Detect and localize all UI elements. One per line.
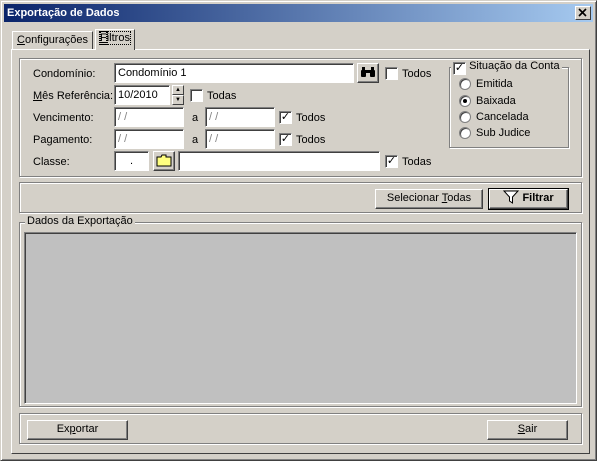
export-data-group: [19, 222, 582, 407]
mes-referencia-todas-label: Todas: [207, 90, 237, 102]
radio-sub-judice[interactable]: [459, 127, 471, 139]
situacao-title: Situação da Conta: [469, 60, 560, 72]
window-title: Exportação de Dados: [7, 7, 120, 19]
binoculars-icon: [361, 67, 375, 77]
folder-icon: [156, 154, 172, 167]
mes-referencia-todas-checkbox[interactable]: [190, 89, 203, 102]
condominio-todos-label: Todos: [402, 68, 432, 80]
radio-emitida-label: Emitida: [476, 78, 513, 90]
filters-group: Condomínio: Condomínio 1 Todos Mês Refer…: [19, 58, 582, 177]
check-icon: ✓: [280, 111, 291, 123]
situacao-checkbox[interactable]: ✓: [453, 62, 466, 75]
export-window: Exportação de Dados Configurações Filtro…: [0, 0, 597, 461]
mes-referencia-label: Mês Referência:: [33, 90, 114, 102]
condominio-todos-checkbox[interactable]: [385, 67, 398, 80]
export-button[interactable]: Exportar: [27, 420, 128, 440]
vencimento-from-field[interactable]: / /: [114, 107, 184, 127]
footer-bar: Exportar Sair: [19, 413, 582, 444]
tab-configuracoes[interactable]: Configurações: [12, 31, 93, 50]
classe-todas-checkbox[interactable]: ✓: [385, 155, 398, 168]
vencimento-to-field[interactable]: / /: [205, 107, 275, 127]
radio-cancelada[interactable]: [459, 111, 471, 123]
vencimento-todos-label: Todos: [296, 112, 326, 124]
radio-baixada[interactable]: [459, 95, 471, 107]
check-icon: ✓: [386, 155, 397, 167]
classe-code-field[interactable]: .: [114, 151, 149, 171]
radio-cancelada-label: Cancelada: [476, 111, 529, 123]
filtros-panel: Condomínio: Condomínio 1 Todos Mês Refer…: [11, 49, 590, 454]
tab-label: Filtros: [99, 31, 131, 45]
filter-button[interactable]: Filtrar: [488, 188, 569, 210]
vencimento-label: Vencimento:: [33, 112, 94, 124]
close-icon: [578, 8, 587, 17]
tab-filtros[interactable]: Filtros: [95, 29, 135, 50]
pagamento-to-field[interactable]: / /: [205, 129, 275, 149]
condominio-label: Condomínio:: [33, 68, 96, 80]
radio-baixada-label: Baixada: [476, 95, 516, 107]
export-data-title: Dados da Exportação: [25, 215, 135, 227]
radio-sub-judice-label: Sub Judice: [476, 127, 531, 139]
vencimento-separator: a: [192, 112, 199, 124]
condominio-search-button[interactable]: [357, 63, 379, 83]
mes-referencia-field[interactable]: 10/2010: [114, 85, 170, 105]
export-data-grid[interactable]: [24, 232, 577, 404]
situacao-group: Emitida Baixada Cancelada Sub Judice: [449, 67, 569, 148]
classe-label: Classe:: [33, 156, 70, 168]
classe-description-field[interactable]: [178, 151, 380, 171]
mes-referencia-spinner[interactable]: ▲ ▼: [172, 85, 184, 105]
spin-up-icon[interactable]: ▲: [172, 85, 184, 95]
action-bar: Selecionar Todas Filtrar: [19, 182, 582, 213]
radio-emitida[interactable]: [459, 78, 471, 90]
classe-todas-label: Todas: [402, 156, 432, 168]
funnel-icon: [503, 190, 520, 204]
exit-button[interactable]: Sair: [487, 420, 568, 440]
pagamento-label: Pagamento:: [33, 134, 93, 146]
check-icon: ✓: [454, 62, 465, 74]
pagamento-separator: a: [192, 134, 199, 146]
close-button[interactable]: [575, 6, 591, 20]
condominio-field[interactable]: Condomínio 1: [114, 63, 354, 83]
pagamento-todos-checkbox[interactable]: ✓: [279, 133, 292, 146]
pagamento-from-field[interactable]: / /: [114, 129, 184, 149]
select-all-button[interactable]: Selecionar Todas: [375, 189, 483, 209]
classe-browse-button[interactable]: [153, 151, 175, 171]
check-icon: ✓: [280, 133, 291, 145]
situacao-header: ✓ Situação da Conta: [451, 60, 562, 75]
pagamento-todos-label: Todos: [296, 134, 326, 146]
spin-down-icon[interactable]: ▼: [172, 95, 184, 105]
vencimento-todos-checkbox[interactable]: ✓: [279, 111, 292, 124]
title-bar[interactable]: Exportação de Dados: [4, 4, 593, 22]
